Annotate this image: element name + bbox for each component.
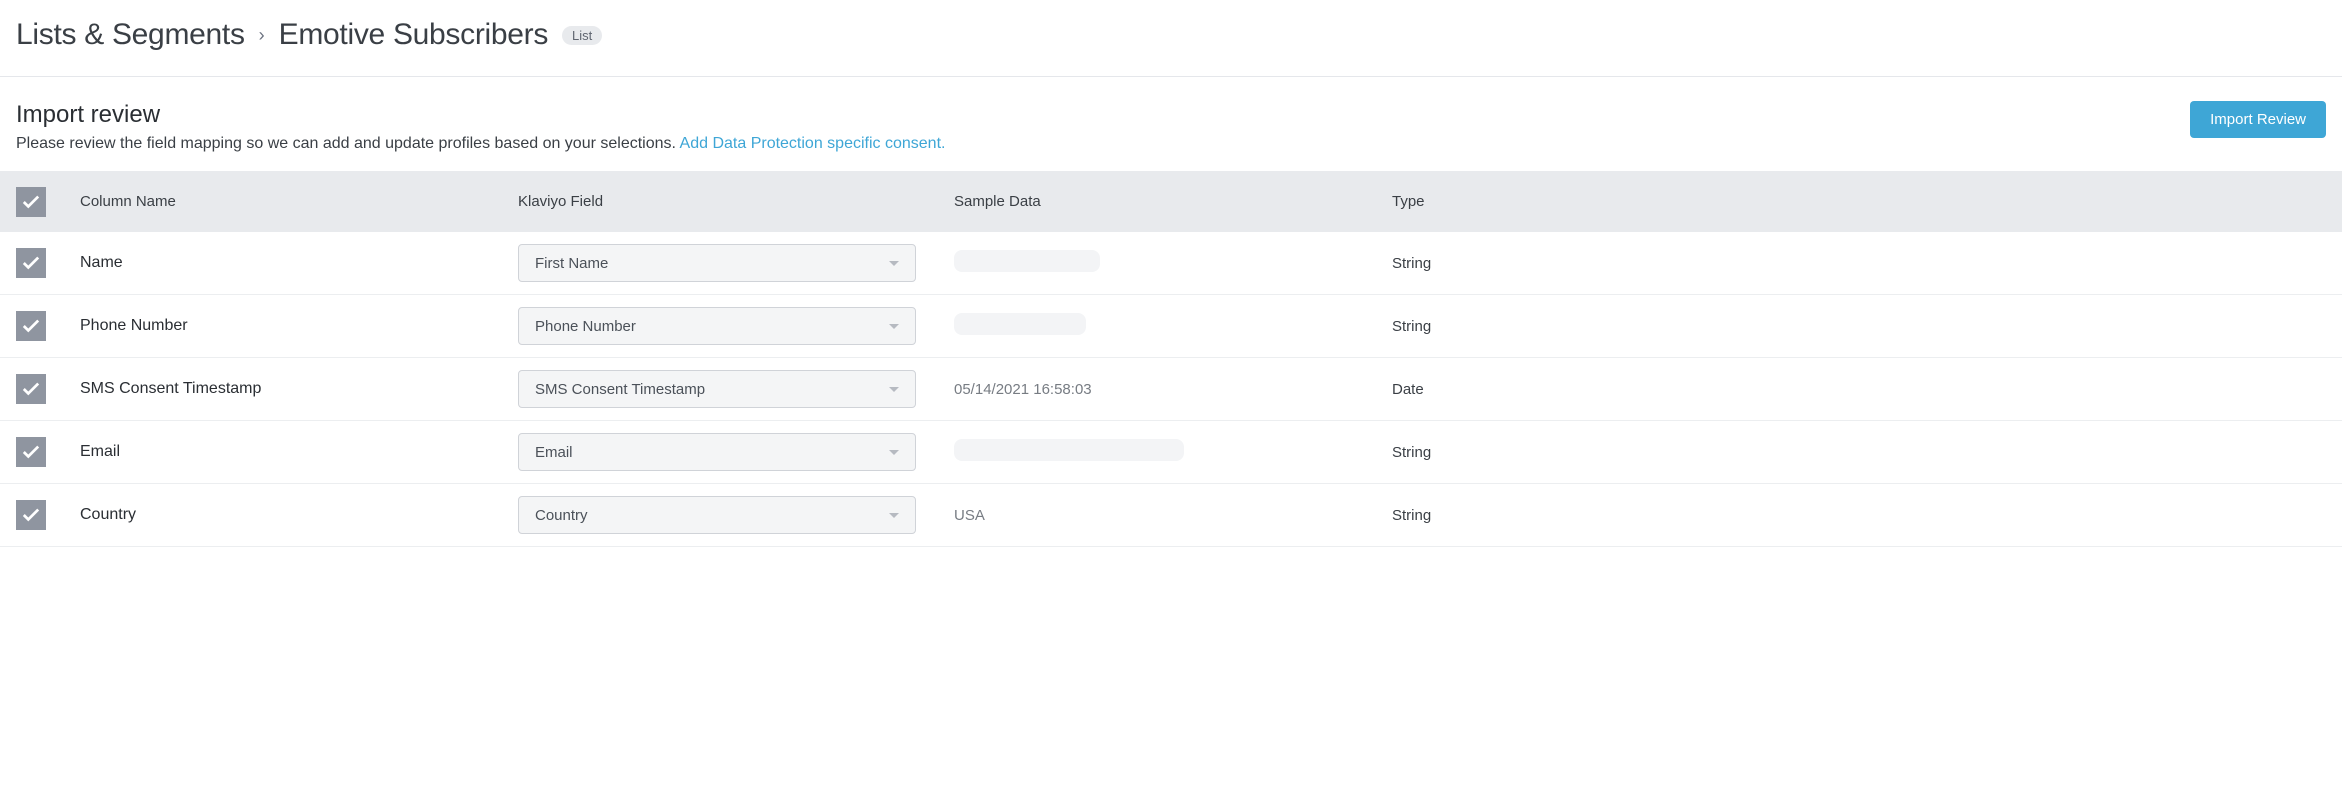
select-all-checkbox[interactable] — [16, 187, 46, 217]
row-checkbox[interactable] — [16, 248, 46, 278]
breadcrumb: Lists & Segments › Emotive Subscribers L… — [0, 0, 2342, 77]
check-icon — [22, 508, 40, 522]
page-title: Emotive Subscribers — [279, 18, 548, 52]
section-description: Please review the field mapping so we ca… — [16, 135, 945, 153]
header-type: Type — [1392, 183, 2326, 220]
klaviyo-field-cell: First Name — [518, 244, 954, 282]
sample-data-cell — [954, 313, 1392, 339]
row-checkbox-cell — [16, 311, 80, 341]
field-select[interactable]: Country — [518, 496, 916, 534]
klaviyo-field-cell: Phone Number — [518, 307, 954, 345]
table-header-row: Column Name Klaviyo Field Sample Data Ty… — [0, 171, 2342, 232]
chevron-down-icon — [889, 261, 899, 266]
row-checkbox[interactable] — [16, 437, 46, 467]
redacted-sample — [954, 439, 1184, 461]
column-name-cell: SMS Consent Timestamp — [80, 380, 518, 398]
redacted-sample — [954, 250, 1100, 272]
type-cell: Date — [1392, 381, 2326, 398]
field-select[interactable]: Email — [518, 433, 916, 471]
field-select-value: SMS Consent Timestamp — [535, 381, 705, 398]
field-select[interactable]: Phone Number — [518, 307, 916, 345]
check-icon — [22, 382, 40, 396]
consent-link[interactable]: Add Data Protection specific consent. — [680, 135, 946, 152]
table-row: Country Country USAString — [0, 484, 2342, 547]
header-column-name: Column Name — [80, 183, 518, 220]
subheader: Import review Please review the field ma… — [0, 77, 2342, 171]
chevron-right-icon: › — [259, 25, 265, 46]
chevron-down-icon — [889, 387, 899, 392]
klaviyo-field-cell: Country — [518, 496, 954, 534]
sample-data-cell — [954, 250, 1392, 276]
type-cell: String — [1392, 255, 2326, 272]
field-select-value: First Name — [535, 255, 608, 272]
field-select-value: Country — [535, 507, 588, 524]
column-name-cell: Phone Number — [80, 317, 518, 335]
header-sample-data: Sample Data — [954, 183, 1392, 220]
row-checkbox-cell — [16, 437, 80, 467]
field-select-value: Phone Number — [535, 318, 636, 335]
header-checkbox-cell — [16, 187, 80, 217]
field-select[interactable]: First Name — [518, 244, 916, 282]
table-row: Email Email String — [0, 421, 2342, 484]
klaviyo-field-cell: SMS Consent Timestamp — [518, 370, 954, 408]
row-checkbox-cell — [16, 248, 80, 278]
header-klaviyo-field: Klaviyo Field — [518, 183, 954, 220]
page-root: Lists & Segments › Emotive Subscribers L… — [0, 0, 2342, 547]
column-name-cell: Email — [80, 443, 518, 461]
row-checkbox[interactable] — [16, 500, 46, 530]
check-icon — [22, 445, 40, 459]
chevron-down-icon — [889, 513, 899, 518]
column-name-cell: Country — [80, 506, 518, 524]
import-review-button[interactable]: Import Review — [2190, 101, 2326, 138]
row-checkbox-cell — [16, 374, 80, 404]
type-cell: String — [1392, 507, 2326, 524]
breadcrumb-parent[interactable]: Lists & Segments — [16, 18, 245, 52]
check-icon — [22, 256, 40, 270]
subheader-text: Import review Please review the field ma… — [16, 101, 945, 153]
type-cell: String — [1392, 318, 2326, 335]
row-checkbox[interactable] — [16, 374, 46, 404]
chevron-down-icon — [889, 324, 899, 329]
column-name-cell: Name — [80, 254, 518, 272]
sample-data-cell: 05/14/2021 16:58:03 — [954, 381, 1392, 398]
type-cell: String — [1392, 444, 2326, 461]
section-heading: Import review — [16, 101, 945, 129]
check-icon — [22, 195, 40, 209]
list-badge: List — [562, 26, 602, 45]
table-row: Name First Name String — [0, 232, 2342, 295]
table-body: NameFirst NameStringPhone NumberPhone Nu… — [0, 232, 2342, 547]
sample-data-cell — [954, 439, 1392, 465]
row-checkbox-cell — [16, 500, 80, 530]
table-row: Phone Number Phone Number String — [0, 295, 2342, 358]
field-select-value: Email — [535, 444, 573, 461]
field-select[interactable]: SMS Consent Timestamp — [518, 370, 916, 408]
table-row: SMS Consent Timestamp SMS Consent Timesta… — [0, 358, 2342, 421]
sample-data-cell: USA — [954, 507, 1392, 524]
chevron-down-icon — [889, 450, 899, 455]
check-icon — [22, 319, 40, 333]
klaviyo-field-cell: Email — [518, 433, 954, 471]
row-checkbox[interactable] — [16, 311, 46, 341]
description-text: Please review the field mapping so we ca… — [16, 135, 676, 152]
redacted-sample — [954, 313, 1086, 335]
